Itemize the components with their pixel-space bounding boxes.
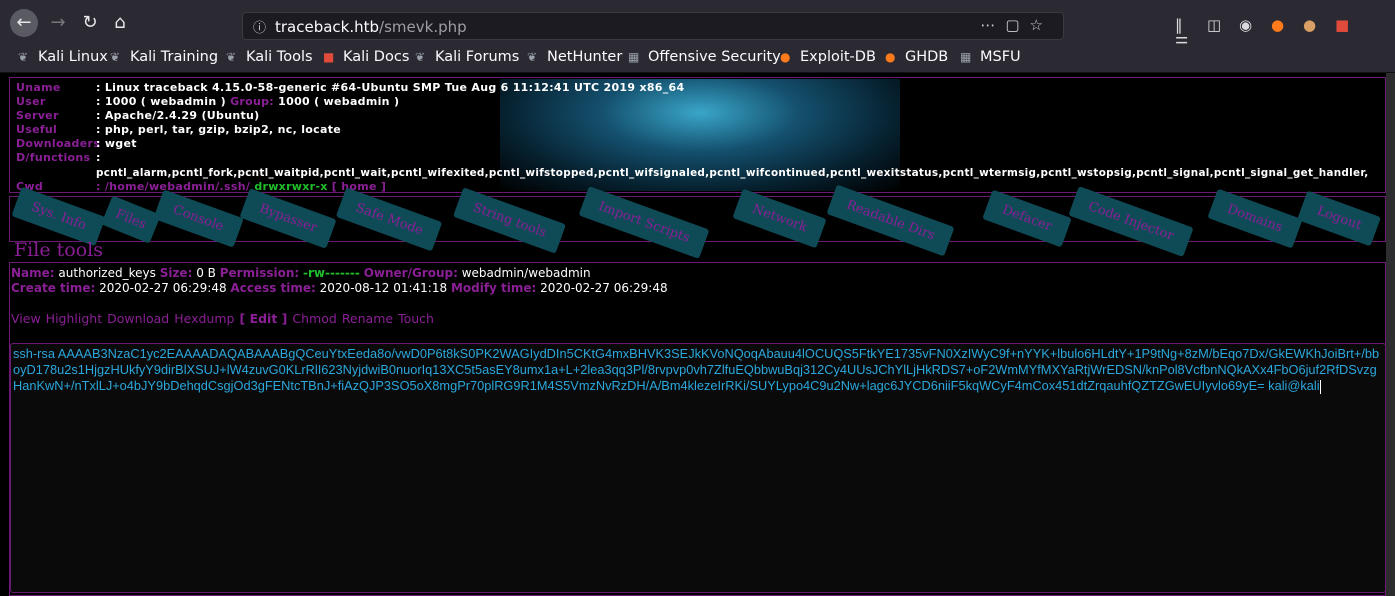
file-meta-row-1: Name: authorized_keys Size: 0 B Permissi… (11, 266, 591, 280)
action-hexdump[interactable]: Hexdump (174, 311, 234, 326)
kali-dragon-icon: ❦ (415, 50, 426, 64)
back-arrow-icon[interactable]: ← (10, 9, 38, 37)
bookmark-ghdb[interactable]: ● GHDB (885, 49, 948, 65)
account-icon[interactable]: ◉ (1239, 16, 1271, 34)
file-meta-row-2: Create time: 2020-02-27 06:29:48 Access … (11, 281, 668, 295)
useful-row: Useful: php, perl, tar, gzip, bzip2, nc,… (16, 123, 342, 136)
action-download[interactable]: Download (107, 311, 169, 326)
bookmark-exploit-db[interactable]: ● Exploit-DB (780, 49, 876, 65)
kali-dragon-icon: ❦ (110, 50, 121, 64)
menu-network[interactable]: Network (732, 188, 827, 249)
url-host: traceback.htb (275, 18, 380, 36)
file-content-textarea[interactable]: ssh-rsa AAAAB3NzaC1yc2EAAAADAQABAAABgQCe… (10, 343, 1386, 593)
action-chmod[interactable]: Chmod (292, 311, 336, 326)
bookmark-star-icon[interactable]: ☆ (1030, 16, 1053, 34)
msfu-icon: ▦ (960, 50, 972, 64)
action-rename[interactable]: Rename (342, 311, 393, 326)
menu-import-scripts[interactable]: Import Scripts (578, 186, 710, 259)
menu-console[interactable]: Console (153, 189, 244, 248)
dfunctions-list: pcntl_alarm,pcntl_fork,pcntl_waitpid,pcn… (96, 167, 1369, 179)
menu-bypasser[interactable]: Bypasser (239, 188, 337, 249)
kali-docs-icon: ■ (323, 50, 335, 64)
text-cursor (1319, 379, 1321, 394)
bookmark-kali-training[interactable]: ❦ Kali Training (110, 49, 218, 65)
home-icon[interactable]: ⌂ (106, 9, 134, 37)
forward-arrow-icon[interactable]: → (44, 9, 72, 37)
page-actions-icon[interactable]: ⋯ (980, 16, 1005, 34)
kali-dragon-icon: ❦ (18, 50, 29, 64)
cookie-icon[interactable]: ● (1303, 16, 1335, 34)
cwd-path-link[interactable]: : /home/webadmin/.ssh/ (96, 180, 250, 192)
file-content-text: ssh-rsa AAAAB3NzaC1yc2EAAAADAQABAAABgQCe… (13, 346, 1380, 393)
bookmark-offensive-security[interactable]: ▦ Offensive Security (628, 49, 781, 65)
menu-string-tools[interactable]: String tools (452, 187, 567, 254)
web-page: Uname: Linux traceback 4.15.0-58-generic… (0, 73, 1386, 596)
ghdb-icon: ● (885, 50, 896, 64)
bookmark-msfu[interactable]: ▦ MSFU (960, 49, 1021, 65)
file-actions: View Highlight Download Hexdump [ Edit ] Chmo… (11, 311, 439, 326)
menu-safe-mode[interactable]: Safe Mode (335, 187, 443, 252)
system-info-box: Uname: Linux traceback 4.15.0-58-generic… (9, 77, 1386, 193)
server-row: Server: Apache/2.4.29 (Ubuntu) (16, 109, 260, 122)
site-info-icon[interactable]: ⓘ (253, 17, 266, 36)
main-menu: Sys. Info Files Console Bypasser Safe Mo… (9, 184, 1386, 259)
action-highlight[interactable]: Highlight (46, 311, 102, 326)
action-touch[interactable]: Touch (398, 311, 434, 326)
url-path: /smevk.php (379, 18, 467, 36)
menu-logout[interactable]: Logout (1297, 190, 1382, 247)
library-icon[interactable]: ‖ (1175, 16, 1207, 34)
url-bar[interactable]: ⓘ traceback.htb/smevk.php ⋯▢☆ (242, 12, 1064, 40)
menu-code-injector[interactable]: Code Injector (1068, 186, 1194, 257)
bookmark-kali-tools[interactable]: ❦ Kali Tools (226, 49, 313, 65)
bookmark-kali-docs[interactable]: ■ Kali Docs (323, 49, 409, 65)
dfunctions-row: D/functions: (16, 151, 101, 164)
extension-icon[interactable]: ● (1271, 16, 1303, 34)
menu-defacer[interactable]: Defacer (982, 189, 1072, 248)
uname-row: Uname: Linux traceback 4.15.0-58-generic… (16, 81, 685, 94)
nethunter-icon: ❦ (527, 50, 538, 64)
file-tools-title: File tools (14, 239, 103, 261)
menu-readable-dirs[interactable]: Readable Dirs (826, 184, 955, 257)
addon-red-icon[interactable]: ■ (1335, 16, 1367, 34)
kali-dragon-icon: ❦ (226, 50, 237, 64)
exploit-db-icon: ● (780, 50, 791, 64)
file-tools-box: Name: authorized_keys Size: 0 B Permissi… (9, 262, 1386, 596)
user-row: User: 1000 ( webadmin ) Group: 1000 ( we… (16, 95, 400, 108)
bookmark-kali-forums[interactable]: ❦ Kali Forums (415, 49, 519, 65)
sidebar-icon[interactable]: ◫ (1207, 16, 1239, 34)
action-edit[interactable]: [ Edit ] (240, 311, 288, 326)
offsec-icon: ▦ (628, 50, 640, 64)
bookmarks-bar: ❦ Kali Linux ❦ Kali Training ❦ Kali Tools ■… (0, 44, 1395, 73)
menu-files[interactable]: Files (101, 195, 161, 244)
page-scrollbar[interactable] (1386, 73, 1395, 596)
pocket-icon[interactable]: ▢ (1005, 16, 1029, 34)
action-view[interactable]: View (11, 311, 41, 326)
url-text[interactable]: traceback.htb/smevk.php (275, 18, 467, 36)
cwd-row: Cwd: /home/webadmin/.ssh/ drwxrwxr-x [ h… (16, 180, 387, 193)
browser-toolbar: ← → ↻ ⌂ ⓘ traceback.htb/smevk.php ⋯▢☆ ‖ ◫… (0, 0, 1395, 52)
downloaders-row: Downloaders: wget (16, 137, 137, 150)
bookmark-kali-linux[interactable]: ❦ Kali Linux (18, 49, 108, 65)
menu-domains[interactable]: Domains (1207, 188, 1303, 249)
menu-sys-info[interactable]: Sys. Info (11, 186, 106, 247)
reload-icon[interactable]: ↻ (76, 9, 104, 37)
bookmark-nethunter[interactable]: ❦ NetHunter (527, 49, 622, 65)
